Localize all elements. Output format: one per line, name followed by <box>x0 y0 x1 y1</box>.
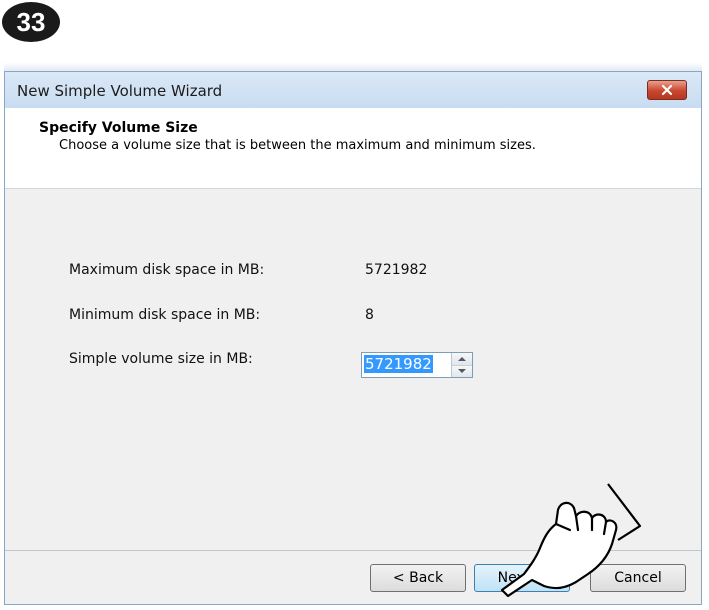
wizard-header: Specify Volume Size Choose a volume size… <box>5 108 701 189</box>
min-disk-space-value: 8 <box>365 307 374 323</box>
page-title: Specify Volume Size <box>39 120 198 136</box>
window-titlebar: New Simple Volume Wizard <box>5 72 701 109</box>
wizard-content: Maximum disk space in MB: 5721982 Minimu… <box>5 189 701 549</box>
max-disk-space-value: 5721982 <box>365 262 428 278</box>
step-number-badge: 33 <box>2 2 60 42</box>
wizard-window: New Simple Volume Wizard Specify Volume … <box>4 71 702 605</box>
chevron-up-icon <box>458 356 466 361</box>
max-disk-space-label: Maximum disk space in MB: <box>69 262 265 278</box>
next-button[interactable]: Next > <box>474 564 570 592</box>
page-subtitle: Choose a volume size that is between the… <box>59 138 536 153</box>
volume-size-input[interactable]: 5721982 <box>362 353 451 377</box>
volume-size-stepper[interactable]: 5721982 <box>361 352 473 378</box>
back-button[interactable]: < Back <box>370 564 466 592</box>
chevron-down-icon <box>458 369 466 374</box>
close-button[interactable] <box>647 80 687 100</box>
stepper-buttons <box>451 353 472 377</box>
stepper-up-button[interactable] <box>452 353 472 366</box>
volume-size-label: Simple volume size in MB: <box>69 351 253 367</box>
close-icon <box>661 84 673 96</box>
min-disk-space-label: Minimum disk space in MB: <box>69 307 261 323</box>
stepper-down-button[interactable] <box>452 365 472 377</box>
volume-size-selected-text: 5721982 <box>364 355 433 373</box>
window-title: New Simple Volume Wizard <box>17 82 223 100</box>
footer-divider <box>5 550 701 551</box>
cancel-button[interactable]: Cancel <box>590 564 686 592</box>
